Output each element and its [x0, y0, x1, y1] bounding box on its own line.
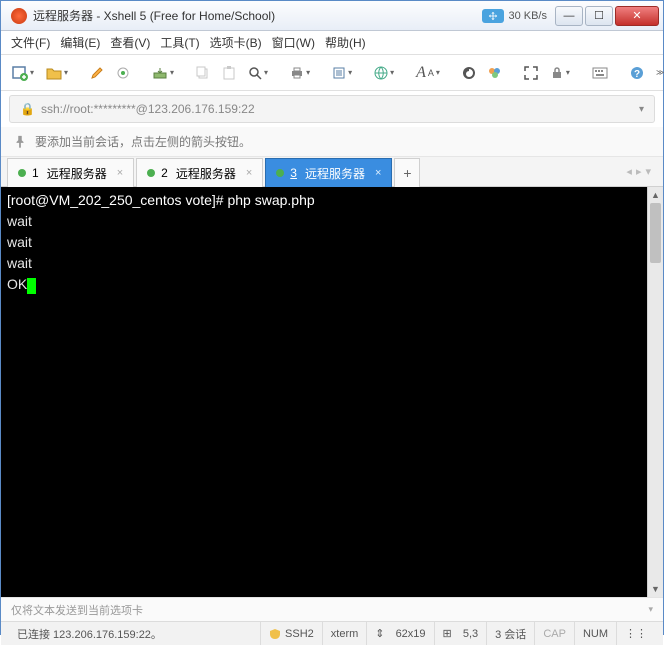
- status-cap: CAP: [535, 622, 575, 645]
- session-tab[interactable]: 1 远程服务器 ×: [7, 158, 134, 187]
- session-tab[interactable]: 3 远程服务器 ×: [265, 158, 392, 187]
- lock-icon: 🔒: [20, 102, 35, 116]
- keyboard-button[interactable]: [589, 63, 611, 83]
- script-button[interactable]: [459, 62, 479, 84]
- menu-help[interactable]: 帮助(H): [325, 34, 366, 51]
- info-bar: 要添加当前会话，点击左侧的箭头按钮。: [1, 127, 663, 157]
- fullscreen-button[interactable]: [521, 62, 541, 84]
- terminal-cursor: [27, 278, 36, 294]
- terminal-line: wait: [7, 213, 32, 229]
- vertical-scrollbar[interactable]: ▲ ▼: [647, 187, 663, 597]
- scroll-thumb[interactable]: [650, 203, 661, 263]
- status-dot-icon: [18, 169, 26, 177]
- status-protocol: SSH2: [261, 622, 323, 645]
- tab-close-icon[interactable]: ×: [375, 167, 381, 179]
- tab-next-icon[interactable]: ▸: [636, 165, 642, 178]
- status-num: NUM: [575, 622, 617, 645]
- status-dot-icon: [276, 169, 284, 177]
- tab-list-icon[interactable]: ▾: [645, 165, 651, 178]
- lock-button[interactable]: ▾: [547, 62, 573, 84]
- terminal-line: wait: [7, 255, 32, 271]
- toolbar: ▾ ▾ ▾ ▾ ▾ ▾ ▾ AA▾ ▾ ? ≫: [1, 55, 663, 91]
- info-text: 要添加当前会话，点击左侧的箭头按钮。: [35, 133, 251, 150]
- status-connection: 已连接 123.206.176.159:22。: [9, 622, 261, 645]
- menu-view[interactable]: 查看(V): [110, 34, 150, 51]
- open-folder-button[interactable]: ▾: [43, 62, 71, 84]
- tab-number: 3: [290, 166, 297, 180]
- minimize-button[interactable]: —: [555, 6, 583, 26]
- connect-button[interactable]: [113, 62, 133, 84]
- terminal-command: php swap.php: [227, 192, 314, 208]
- menu-bar: 文件(F) 编辑(E) 查看(V) 工具(T) 选项卡(B) 窗口(W) 帮助(…: [1, 31, 663, 55]
- maximize-button[interactable]: ☐: [585, 6, 613, 26]
- transfer-button[interactable]: ▾: [149, 62, 177, 84]
- help-button[interactable]: ?: [627, 62, 647, 84]
- status-size: ⇕ 62x19: [367, 622, 434, 645]
- app-icon: [11, 8, 27, 24]
- add-tab-button[interactable]: +: [394, 158, 420, 187]
- window-controls: — ☐ ✕: [553, 6, 659, 26]
- new-session-button[interactable]: ▾: [9, 61, 37, 85]
- address-url: ssh://root:*********@123.206.176.159:22: [41, 102, 255, 116]
- terminal[interactable]: [root@VM_202_250_centos vote]# php swap.…: [1, 187, 663, 597]
- font-button[interactable]: AA▾: [413, 60, 443, 86]
- tab-number: 2: [161, 166, 168, 180]
- menu-tools[interactable]: 工具(T): [160, 34, 199, 51]
- grid-icon: ⊞: [443, 627, 452, 640]
- globe-button[interactable]: ▾: [371, 62, 397, 84]
- status-position: ⊞ 5,3: [435, 622, 488, 645]
- shield-icon: [269, 628, 281, 640]
- terminal-wrap: [root@VM_202_250_centos vote]# php swap.…: [1, 187, 663, 597]
- network-badge[interactable]: [482, 9, 504, 23]
- status-term: xterm: [323, 622, 368, 645]
- search-button[interactable]: ▾: [245, 62, 271, 84]
- address-bar[interactable]: 🔒 ssh://root:*********@123.206.176.159:2…: [9, 95, 655, 123]
- tab-prev-icon[interactable]: ◂: [626, 165, 632, 178]
- send-bar[interactable]: 仅将文本发送到当前选项卡 ▾: [1, 597, 663, 621]
- print-button[interactable]: ▾: [287, 62, 313, 84]
- status-resize-grip[interactable]: ⋮⋮: [617, 622, 655, 645]
- properties-button[interactable]: ▾: [329, 62, 355, 84]
- resize-icon: ⇕: [375, 627, 384, 640]
- close-button[interactable]: ✕: [615, 6, 659, 26]
- menu-file[interactable]: 文件(F): [11, 34, 50, 51]
- terminal-prompt: [root@VM_202_250_centos vote]#: [7, 192, 227, 208]
- highlight-button[interactable]: [87, 62, 107, 84]
- scroll-down-icon[interactable]: ▼: [648, 581, 663, 597]
- menu-tabs[interactable]: 选项卡(B): [210, 34, 262, 51]
- tab-nav: ◂ ▸ ▾: [620, 157, 657, 186]
- paste-button[interactable]: [219, 62, 239, 84]
- svg-text:?: ?: [634, 69, 640, 80]
- network-speed: 30 KB/s: [508, 10, 547, 22]
- tab-close-icon[interactable]: ×: [246, 167, 252, 179]
- session-tab[interactable]: 2 远程服务器 ×: [136, 158, 263, 187]
- menu-window[interactable]: 窗口(W): [272, 34, 315, 51]
- status-bar: 已连接 123.206.176.159:22。 SSH2 xterm ⇕ 62x…: [1, 621, 663, 645]
- address-dropdown-icon[interactable]: ▾: [639, 104, 644, 115]
- title-bar: 远程服务器 - Xshell 5 (Free for Home/School) …: [1, 1, 663, 31]
- pin-icon[interactable]: [13, 135, 27, 149]
- terminal-line: wait: [7, 234, 32, 250]
- toolbar-overflow[interactable]: ≫: [653, 64, 664, 81]
- color-scheme-button[interactable]: [485, 62, 505, 84]
- tab-close-icon[interactable]: ×: [117, 167, 123, 179]
- send-text: 仅将文本发送到当前选项卡: [11, 602, 143, 618]
- tab-number: 1: [32, 166, 39, 180]
- tab-strip: 1 远程服务器 × 2 远程服务器 × 3 远程服务器 × + ◂ ▸ ▾: [1, 157, 663, 187]
- terminal-line: OK: [7, 276, 27, 292]
- status-sessions: 3 会话: [487, 622, 535, 645]
- menu-edit[interactable]: 编辑(E): [60, 34, 100, 51]
- send-dropdown-icon[interactable]: ▾: [648, 604, 653, 615]
- tab-label: 远程服务器: [176, 165, 236, 182]
- status-dot-icon: [147, 169, 155, 177]
- tab-label: 远程服务器: [305, 165, 365, 182]
- window-title: 远程服务器 - Xshell 5 (Free for Home/School): [33, 7, 482, 24]
- scroll-up-icon[interactable]: ▲: [648, 187, 663, 203]
- tab-label: 远程服务器: [47, 165, 107, 182]
- copy-button[interactable]: [193, 62, 213, 84]
